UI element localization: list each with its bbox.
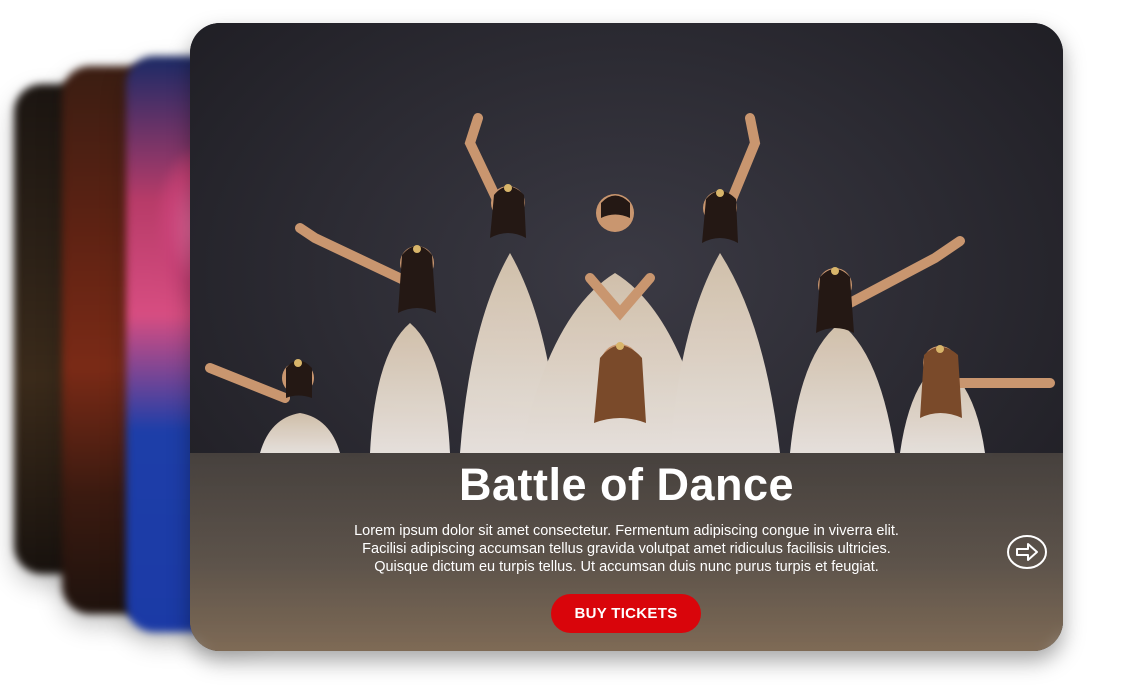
description-line: Lorem ipsum dolor sit amet consectetur. … (354, 523, 899, 539)
buy-tickets-button[interactable]: BUY TICKETS (551, 594, 701, 633)
next-card-button[interactable] (1006, 534, 1048, 570)
arrow-right-circle-icon (1007, 535, 1047, 569)
event-card: Battle of Dance Lorem ipsum dolor sit am… (190, 23, 1063, 651)
event-title: Battle of Dance (458, 459, 795, 510)
description-line: Quisque dictum eu turpis tellus. Ut accu… (374, 559, 879, 575)
description-line: Facilisi adipiscing accumsan tellus grav… (362, 541, 891, 557)
event-description: Lorem ipsum dolor sit amet consectetur. … (300, 522, 953, 576)
